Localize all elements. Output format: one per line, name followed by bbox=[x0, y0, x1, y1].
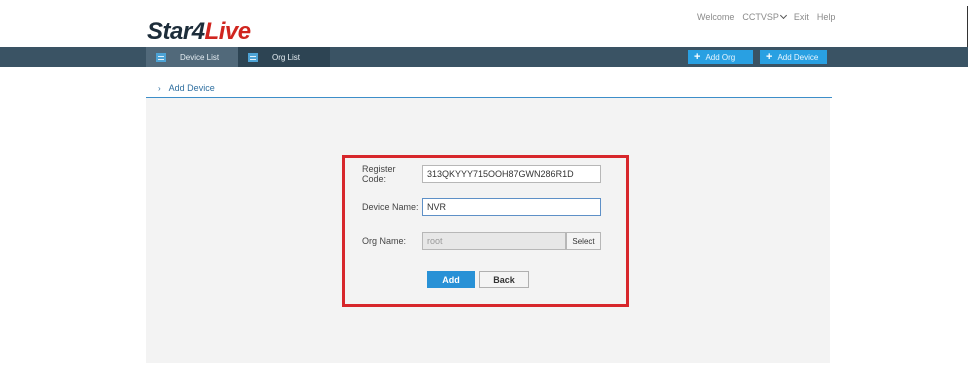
add-org-label: Add Org bbox=[705, 52, 736, 62]
device-name-input[interactable]: NVR bbox=[422, 198, 601, 216]
user-menu: Welcome CCTVSP Exit Help bbox=[697, 11, 843, 22]
logo-text-star4: Star4 bbox=[147, 18, 205, 45]
tab-label: Device List bbox=[180, 52, 220, 62]
tab-org-list[interactable]: Org List bbox=[238, 47, 330, 67]
org-name-label: Org Name: bbox=[362, 236, 407, 246]
org-name-row: Org Name: root Select bbox=[362, 232, 601, 250]
tab-label: Org List bbox=[272, 52, 301, 62]
device-name-label: Device Name: bbox=[362, 202, 419, 212]
register-code-row: Register Code: 313QKYYY715OOH87GWN286R1D bbox=[362, 164, 601, 184]
help-link[interactable]: Help bbox=[817, 12, 836, 22]
plus-icon: + bbox=[766, 51, 773, 63]
add-device-button[interactable]: + Add Device bbox=[760, 50, 827, 64]
username[interactable]: CCTVSP bbox=[742, 12, 779, 22]
logo-text-live: Live bbox=[204, 18, 252, 45]
select-org-button[interactable]: Select bbox=[566, 232, 601, 250]
welcome-text: Welcome bbox=[697, 12, 735, 22]
back-button[interactable]: Back bbox=[479, 271, 529, 288]
list-icon bbox=[248, 52, 258, 62]
list-icon bbox=[156, 52, 166, 62]
device-name-row: Device Name: NVR bbox=[362, 198, 601, 216]
register-code-label: Register Code: bbox=[362, 164, 396, 184]
add-button[interactable]: Add bbox=[427, 271, 475, 288]
plus-icon: + bbox=[694, 51, 701, 63]
breadcrumb-label: Add Device bbox=[168, 83, 215, 93]
chevron-down-icon[interactable] bbox=[779, 11, 787, 20]
breadcrumb-arrow-icon: › bbox=[158, 83, 161, 93]
add-device-label: Add Device bbox=[777, 52, 819, 62]
org-name-input: root bbox=[422, 232, 566, 250]
register-code-input[interactable]: 313QKYYY715OOH87GWN286R1D bbox=[422, 165, 601, 183]
main-navbar: Device List Org List + Add Org + Add Dev… bbox=[0, 47, 968, 67]
app-logo: Star4Live bbox=[147, 18, 251, 46]
add-org-button[interactable]: + Add Org bbox=[688, 50, 753, 64]
tab-device-list[interactable]: Device List bbox=[146, 47, 238, 67]
exit-link[interactable]: Exit bbox=[794, 12, 809, 22]
breadcrumb: › Add Device bbox=[158, 83, 215, 93]
